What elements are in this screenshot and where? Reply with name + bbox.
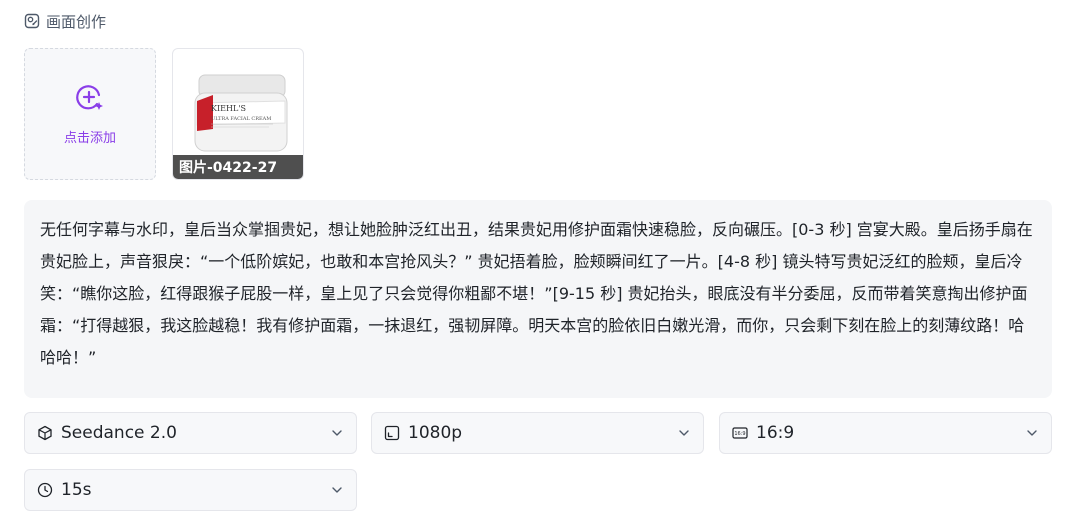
prompt-textarea[interactable]: 无任何字幕与水印，皇后当众掌掴贵妃，想让她脸肿泛红出丑，结果贵妃用修护面霜快速稳… — [24, 200, 1052, 398]
clock-icon — [37, 482, 53, 498]
product-brand-text: KIEHL'S — [211, 104, 246, 113]
image-edit-icon — [24, 13, 40, 29]
cube-icon — [37, 425, 53, 441]
aspect-ratio-icon: 16:9 — [732, 425, 748, 441]
add-image-label: 点击添加 — [63, 130, 116, 146]
resolution-icon — [384, 425, 400, 441]
chevron-down-icon — [677, 426, 691, 440]
ratio-select[interactable]: 16:9 16:9 — [719, 412, 1052, 454]
add-sparkle-icon — [75, 83, 105, 117]
model-select[interactable]: Seedance 2.0 — [24, 412, 357, 454]
section-header: 画面创作 — [24, 10, 106, 32]
model-select-value: Seedance 2.0 — [61, 423, 177, 443]
thumbnail-caption: 图片-0422-27 — [173, 155, 303, 179]
duration-select-value: 15s — [61, 480, 92, 500]
chevron-down-icon — [1025, 426, 1039, 440]
duration-select[interactable]: 15s — [24, 469, 357, 511]
image-thumbnail[interactable]: KIEHL'S ULTRA FACIAL CREAM 图片-0422-27 — [172, 48, 304, 180]
aspect-ratio-icon-text: 16:9 — [734, 431, 745, 437]
prompt-text: 无任何字幕与水印，皇后当众掌掴贵妃，想让她脸肿泛红出丑，结果贵妃用修护面霜快速稳… — [40, 220, 1033, 367]
product-sub-text: ULTRA FACIAL CREAM — [211, 116, 271, 122]
add-image-button[interactable]: 点击添加 — [24, 48, 156, 180]
ratio-select-value: 16:9 — [756, 423, 795, 443]
chevron-down-icon — [330, 483, 344, 497]
chevron-down-icon — [330, 426, 344, 440]
resolution-select-value: 1080p — [408, 423, 463, 443]
section-title: 画面创作 — [46, 12, 107, 31]
resolution-select[interactable]: 1080p — [371, 412, 704, 454]
